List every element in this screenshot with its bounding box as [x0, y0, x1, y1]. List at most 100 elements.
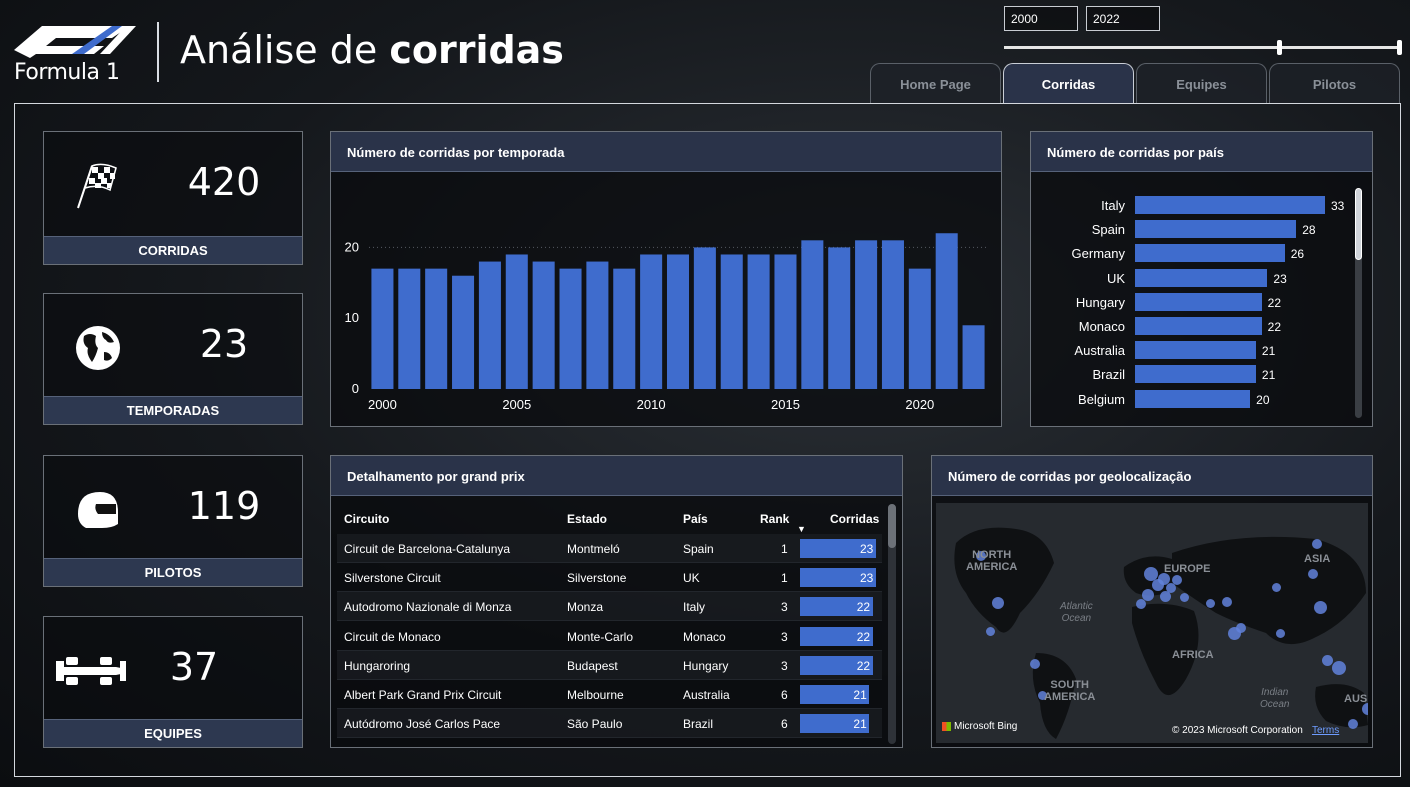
- cell-estado: Budapest: [567, 658, 618, 673]
- country-bar[interactable]: [1135, 389, 1251, 408]
- season-bar[interactable]: [747, 254, 770, 389]
- year-end-input[interactable]: 2022: [1086, 6, 1160, 31]
- map-location-dot[interactable]: [1228, 627, 1241, 640]
- season-bar[interactable]: [586, 261, 609, 389]
- season-bar[interactable]: [532, 261, 555, 389]
- map-location-dot[interactable]: [1314, 601, 1327, 614]
- year-slider-track[interactable]: [1004, 46, 1400, 49]
- country-row[interactable]: Spain 28: [1031, 220, 1351, 240]
- season-bar[interactable]: [881, 240, 904, 389]
- table-row[interactable]: Silverstone Circuit Silverstone UK 1 23: [337, 563, 882, 593]
- map-location-dot[interactable]: [1222, 597, 1232, 607]
- country-row[interactable]: Hungary 22: [1031, 292, 1351, 313]
- season-bar[interactable]: [828, 247, 851, 389]
- season-bar[interactable]: [613, 268, 636, 389]
- tab-home-page[interactable]: Home Page: [870, 63, 1001, 104]
- country-row[interactable]: Germany 26: [1031, 244, 1351, 264]
- map-location-dot[interactable]: [1272, 583, 1281, 592]
- tab-pilotos[interactable]: Pilotos: [1269, 63, 1400, 104]
- season-bar[interactable]: [908, 268, 931, 389]
- geo-map[interactable]: NORTH AMERICA EUROPE ASIA AFRICA SOUTH AME…: [936, 503, 1368, 743]
- map-copyright: © 2023 Microsoft Corporation: [1172, 725, 1303, 736]
- map-location-dot[interactable]: [1206, 599, 1215, 608]
- year-start-input[interactable]: 2000: [1004, 6, 1078, 31]
- season-bar[interactable]: [962, 325, 985, 389]
- season-bar[interactable]: [452, 275, 475, 389]
- map-location-dot[interactable]: [1276, 629, 1285, 638]
- col-estado[interactable]: Estado: [567, 512, 607, 526]
- season-bar[interactable]: [720, 254, 743, 389]
- country-bar[interactable]: [1135, 292, 1262, 311]
- country-bar[interactable]: [1135, 244, 1285, 263]
- cell-estado: Silverstone: [567, 571, 627, 586]
- cell-pais: Monaco: [683, 629, 726, 644]
- country-chart-scrollbar[interactable]: [1355, 188, 1362, 418]
- table-scrollbar[interactable]: [888, 504, 896, 744]
- map-location-dot[interactable]: [1312, 539, 1322, 549]
- season-bar[interactable]: [693, 247, 716, 389]
- year-slider-end-handle[interactable]: [1397, 40, 1402, 55]
- country-bar[interactable]: [1135, 220, 1297, 239]
- season-bar[interactable]: [505, 254, 528, 389]
- col-circuito[interactable]: Circuito: [344, 512, 389, 526]
- country-row[interactable]: Australia 21: [1031, 341, 1351, 361]
- season-bar[interactable]: [801, 240, 824, 389]
- map-location-dot[interactable]: [986, 627, 995, 636]
- col-rank[interactable]: Rank: [760, 512, 789, 526]
- map-location-dot[interactable]: [1348, 719, 1358, 729]
- table-scroll-thumb[interactable]: [888, 504, 896, 548]
- map-location-dot[interactable]: [1030, 659, 1040, 669]
- country-bar[interactable]: [1135, 341, 1256, 360]
- table-row[interactable]: Albert Park Grand Prix Circuit Melbourne A…: [337, 680, 882, 709]
- map-location-dot[interactable]: [1308, 569, 1318, 579]
- season-bar[interactable]: [425, 268, 448, 389]
- season-bar[interactable]: [774, 254, 797, 389]
- country-bar[interactable]: [1135, 268, 1268, 287]
- year-slider-start-handle[interactable]: [1277, 40, 1282, 55]
- country-label: Brazil: [1092, 367, 1125, 383]
- country-row[interactable]: Brazil 21: [1031, 365, 1351, 385]
- map-location-dot[interactable]: [1180, 593, 1189, 602]
- map-location-dot[interactable]: [992, 597, 1004, 609]
- country-row[interactable]: UK 23: [1031, 268, 1351, 289]
- map-location-dot[interactable]: [1172, 575, 1182, 585]
- country-bar[interactable]: [1135, 317, 1262, 335]
- cell-pais: Spain: [683, 542, 714, 556]
- col-pais[interactable]: País: [683, 512, 708, 526]
- cell-pais: Hungary: [683, 658, 729, 673]
- tab-corridas[interactable]: Corridas: [1003, 63, 1134, 104]
- table-row[interactable]: Circuit de Monaco Monte-Carlo Monaco 3 22: [337, 622, 882, 651]
- country-row[interactable]: Belgium 20: [1031, 389, 1351, 410]
- map-location-dot[interactable]: [1136, 599, 1146, 609]
- season-bar[interactable]: [398, 268, 421, 389]
- table-row[interactable]: Circuit de Barcelona-Catalunya Montmeló Sp…: [337, 534, 882, 563]
- country-bar[interactable]: [1135, 196, 1325, 214]
- season-bar[interactable]: [666, 254, 690, 389]
- season-bar[interactable]: [478, 261, 501, 389]
- col-corridas[interactable]: Corridas: [830, 512, 879, 526]
- country-label: Italy: [1101, 198, 1125, 213]
- table-row[interactable]: Autódromo José Carlos Pace São Paulo Brazi…: [337, 709, 882, 739]
- country-chart-scroll-thumb[interactable]: [1355, 188, 1362, 260]
- map-location-dot[interactable]: [1160, 591, 1171, 602]
- table-row[interactable]: Autodromo Nazionale di Monza Monza Italy 3 2…: [337, 592, 882, 622]
- map-location-dot[interactable]: [1322, 655, 1333, 666]
- map-terms-link[interactable]: Terms: [1312, 725, 1339, 736]
- x-tick-label: 2015: [771, 397, 800, 412]
- country-row[interactable]: Italy 33: [1031, 196, 1351, 216]
- season-bar[interactable]: [371, 268, 394, 389]
- kpi-corridas-value: 420: [187, 160, 261, 204]
- season-bar[interactable]: [640, 254, 663, 389]
- country-label: Hungary: [1075, 294, 1125, 310]
- sort-desc-icon[interactable]: ▼: [797, 524, 806, 534]
- table-row[interactable]: Hungaroring Budapest Hungary 3 22: [337, 650, 882, 680]
- map-location-dot[interactable]: [1332, 661, 1346, 675]
- country-bar[interactable]: [1135, 365, 1256, 384]
- country-label: Monaco: [1078, 319, 1125, 334]
- season-bar[interactable]: [935, 233, 958, 389]
- globe-icon: [76, 326, 120, 370]
- season-bar[interactable]: [559, 268, 582, 389]
- tab-equipes[interactable]: Equipes: [1136, 63, 1267, 104]
- season-bar[interactable]: [855, 240, 878, 389]
- country-row[interactable]: Monaco 22: [1031, 317, 1351, 337]
